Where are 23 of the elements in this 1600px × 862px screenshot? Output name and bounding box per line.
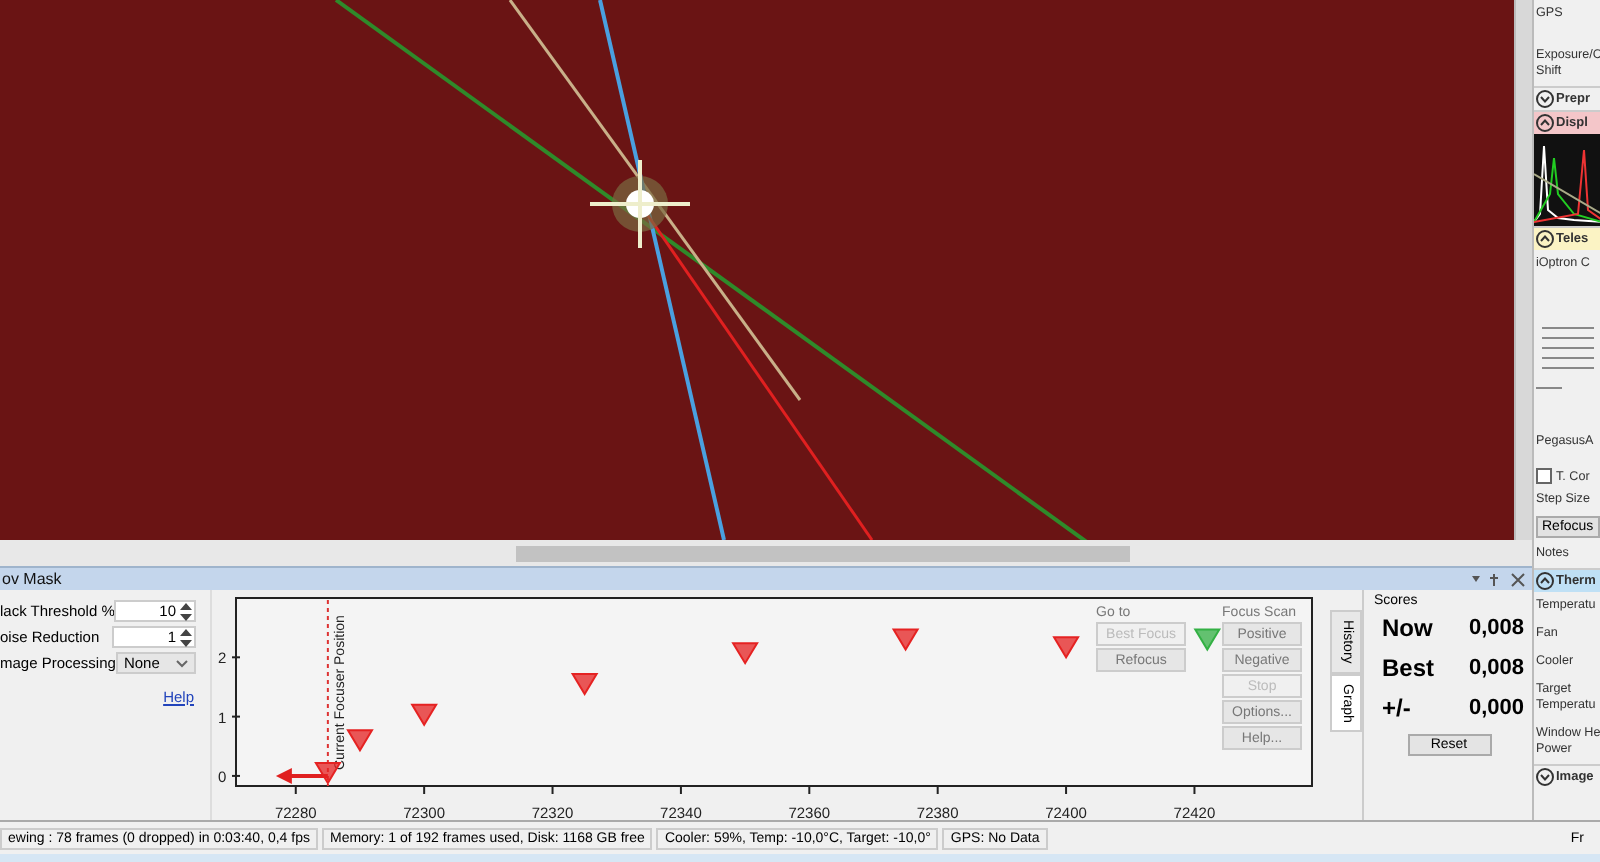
collapse-chevron-icon[interactable]: [1536, 572, 1554, 590]
vertical-scrollbar[interactable]: [1514, 0, 1532, 540]
collapse-chevron-icon[interactable]: [1536, 230, 1554, 248]
panel-title: ov Mask: [2, 570, 62, 588]
spinner-arrows-icon[interactable]: [178, 627, 194, 647]
score-value: 0,008: [1468, 616, 1524, 640]
score-label: Now: [1380, 614, 1433, 642]
score-value: 0,008: [1468, 656, 1524, 680]
horizontal-scrollbar[interactable]: [0, 540, 1514, 566]
score-value: 0,000: [1468, 696, 1524, 720]
y-axis-ticks: [231, 656, 241, 777]
dropdown-caret-icon[interactable]: [176, 659, 188, 667]
window-controls-icon[interactable]: [1468, 571, 1528, 587]
histogram-drawing: [1534, 134, 1600, 226]
score-label: +/-: [1380, 694, 1411, 722]
scrollbar-corner: [1514, 540, 1532, 566]
score-label: Best: [1380, 654, 1435, 682]
expand-chevron-icon[interactable]: [1536, 768, 1554, 786]
collapse-chevron-icon[interactable]: [1536, 114, 1554, 132]
checkbox[interactable]: [1536, 468, 1552, 484]
expand-chevron-icon[interactable]: [1536, 90, 1554, 108]
spinner-arrows-icon[interactable]: [178, 601, 194, 621]
left-arrow-icon: [275, 767, 328, 784]
